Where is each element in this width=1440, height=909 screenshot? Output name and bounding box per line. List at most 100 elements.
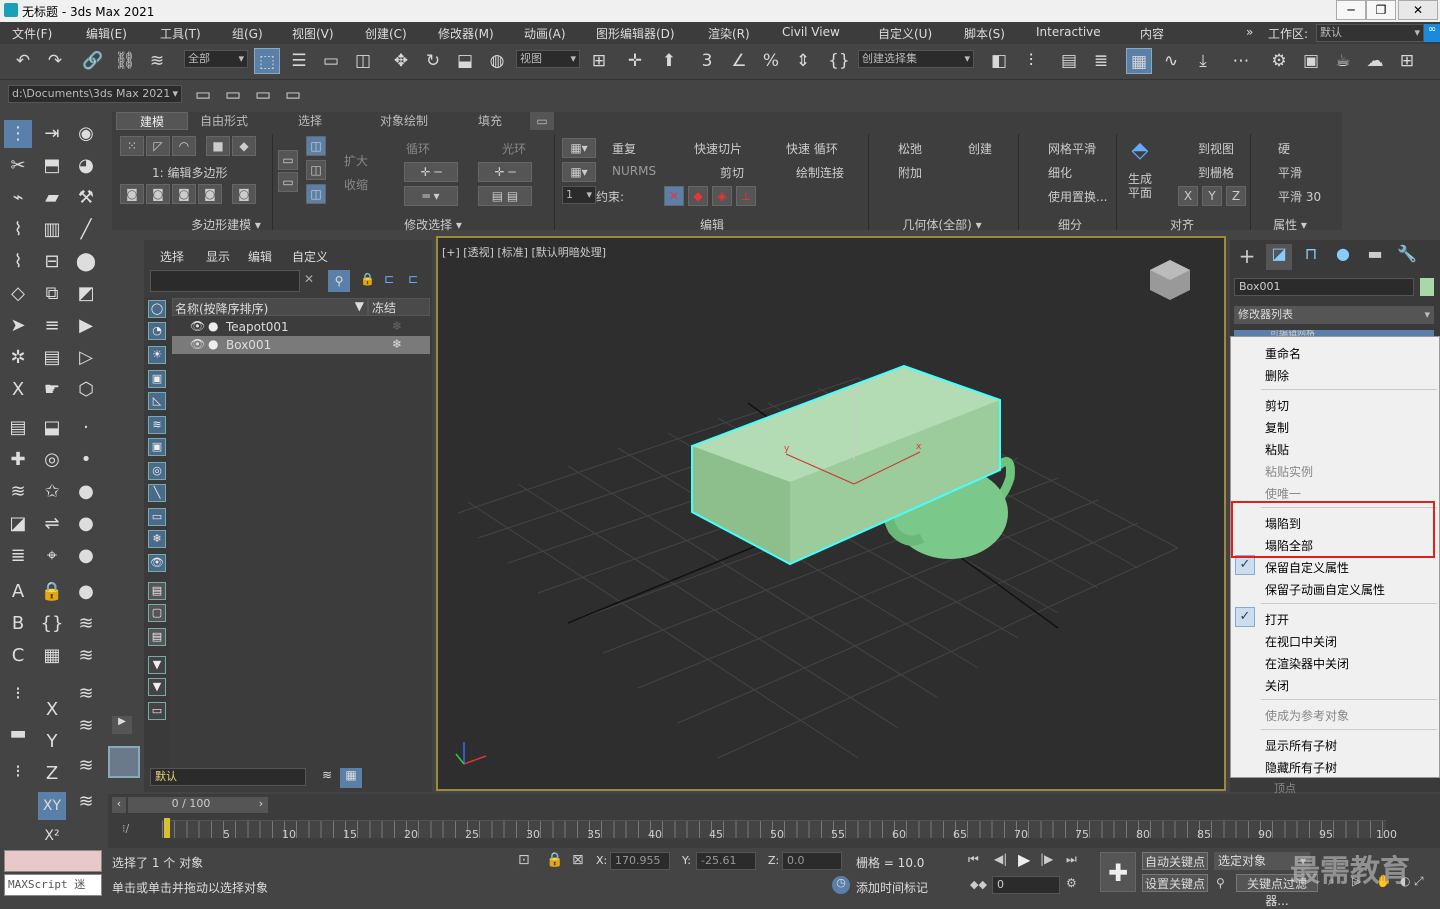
stamp-icon[interactable]: ⬓ [38,414,66,442]
scale-icon[interactable]: ⬓ [452,48,478,74]
menu-customize[interactable]: 自定义(U) [878,25,932,42]
smooth-button[interactable]: 平滑 [1278,164,1302,181]
place-icon[interactable]: ◍ [484,48,510,74]
play-frame-icon[interactable]: ▶ [72,312,100,340]
pivot-center-icon[interactable]: ⊞ [586,48,612,74]
hierarchy-panel-icon[interactable]: ⊓ [1298,244,1324,270]
axis-xy-icon[interactable]: XY [38,792,66,820]
filter-c-icon[interactable]: ▭ [148,702,166,720]
menu-item-rename[interactable]: 重命名 [1265,345,1301,362]
x-coord-field[interactable]: 170.955 [610,852,670,870]
ref-coord-dropdown[interactable]: 视图 [516,50,580,68]
hand-icon[interactable]: ☛ [38,376,66,404]
add-time-tag-button[interactable]: 添加时间标记 [856,879,928,896]
modify-panel-icon[interactable]: ◪ [1266,244,1292,270]
viewport-thumbnail[interactable] [108,746,140,778]
freeze-icon[interactable]: ❄ [392,337,402,351]
hierarchy-icon[interactable]: ⊏ [384,272,394,286]
maximize-button[interactable]: ❐ [1366,0,1396,20]
layers-d-icon[interactable]: ≋ [72,680,100,708]
list-icon[interactable]: ≡ [38,312,66,340]
relax-button[interactable]: 松弛 [898,140,922,157]
mod-sel-a-icon[interactable]: ▭ [278,150,298,170]
render-setup-icon[interactable]: ⚙ [1266,48,1292,74]
display-helpers-icon[interactable]: ◺ [148,392,166,410]
nurms-button[interactable]: NURMS [612,164,656,178]
time-tag-icon[interactable]: ◷ [832,876,850,894]
display-invert-icon[interactable]: ▤ [148,628,166,646]
sphere-icon[interactable]: ⬤ [72,248,100,276]
a360-gallery-icon[interactable]: ⊞ [1394,48,1420,74]
menu-item-paste[interactable]: 粘贴 [1265,441,1289,458]
create-panel-icon[interactable]: + [1234,244,1260,270]
cursor-icon[interactable]: ➤ [4,312,32,340]
goto-start-icon[interactable]: ⏮ [968,852,979,867]
axis-z-icon[interactable]: Z [38,760,66,788]
workspace-dropdown[interactable]: 默认 [1316,24,1424,42]
render-cloud-icon[interactable]: ☁ [1362,48,1388,74]
copy-icon[interactable]: ⧉ [38,280,66,308]
bind-spacewarp-icon[interactable]: ≋ [144,48,170,74]
edit-tool-a-icon[interactable]: ▦▾ [562,138,596,158]
ring-button[interactable]: 光环 [502,140,526,157]
connect-icon[interactable]: ⌇ [4,248,32,276]
loop-shift-icon[interactable]: ✛ ─ [404,162,458,182]
play-icon[interactable]: ▶ [1018,850,1030,869]
maxscript-listener-pink[interactable] [4,850,102,872]
display-xrefs-icon[interactable]: ◎ [148,462,166,480]
paint-icon[interactable]: ◕ [72,152,100,180]
scene-explorer-toggle-icon[interactable]: ▤ [1056,48,1082,74]
filter-b-icon[interactable]: ▼ [148,678,166,696]
quickloop-button[interactable]: 快速 循环 [786,140,838,157]
project-new-icon[interactable]: ▭ [250,82,276,108]
layer-stack-icon[interactable]: ≣ [4,542,32,570]
menu-create[interactable]: 创建(C) [365,25,407,42]
column-header-freeze[interactable]: 冻结 [368,298,430,316]
goto-end-icon[interactable]: ⏭ [1066,852,1077,867]
ribbon-toggle-icon[interactable]: ▦ [1126,48,1152,74]
spinner-snap-icon[interactable]: ⇕ [790,48,816,74]
ring-select-icon[interactable]: ▤ ▤ [478,186,532,206]
weld-icon[interactable]: ⌇ [4,216,32,244]
snaps-toggle-icon[interactable]: 3 [694,48,720,74]
tab-populate[interactable]: 填充 [466,112,514,130]
y-coord-field[interactable]: -25.61 [696,852,756,870]
percent-snap-icon[interactable]: % [758,48,784,74]
object-name-field[interactable]: Box001 [1234,278,1414,296]
display-lights-icon[interactable]: ☀ [148,346,166,364]
tab-object-paint[interactable]: 对象绘制 [368,112,440,130]
align-y-button[interactable]: Y [1202,186,1222,206]
poly-tool-e-icon[interactable]: ◙ [232,184,256,204]
select-mode-icon[interactable]: ⋮ [4,120,32,148]
minimize-button[interactable]: ─ [1336,0,1366,20]
constraint-face-icon[interactable]: ◈ [712,186,732,206]
poly-tool-a-icon[interactable]: ◙ [120,184,144,204]
film-icon[interactable]: ▥ [38,216,66,244]
menu-item-off-in-renderer[interactable]: 在渲染器中关闭 [1265,655,1349,672]
clear-search-icon[interactable]: ✕ [304,272,320,286]
field-of-view-icon[interactable]: ▷ [1352,874,1361,888]
table-row[interactable]: 👁 ● Box001 ❄ [172,336,430,354]
display-none-icon[interactable]: ▢ [148,604,166,622]
graph-icon[interactable]: ⬒ [38,152,66,180]
maximize-viewport-icon[interactable]: ⤢ [1414,874,1424,889]
expand-panel-icon[interactable]: ▶ [112,716,132,734]
rendered-frame-icon[interactable]: ▣ [1298,48,1324,74]
poly-tool-d-icon[interactable]: ◙ [198,184,222,204]
menu-graph-editors[interactable]: 图形编辑器(D) [596,25,675,42]
display-spacewarps-icon[interactable]: ≋ [148,416,166,434]
braces-icon[interactable]: {} [38,610,66,638]
display-shapes-icon[interactable]: ◔ [148,322,166,340]
set-project-icon[interactable]: ▭ [190,82,216,108]
use-displacement-button[interactable]: 使用置换... [1048,188,1107,205]
grid-lock-icon[interactable]: ▦ [38,642,66,670]
menu-scripting[interactable]: 脚本(S) [964,25,1005,42]
smooth30-button[interactable]: 平滑 30 [1278,188,1321,205]
text-a-icon[interactable]: A [4,578,32,606]
absolute-mode-icon[interactable]: ⊠ [572,852,584,868]
layer-explorer-small-icon[interactable]: ≋ [316,768,338,788]
selection-lock-icon[interactable]: 🔒 [546,852,563,868]
menu-edit[interactable]: 编辑(E) [86,25,127,42]
tab-modeling[interactable]: 建模 [116,112,188,130]
menu-item-cut[interactable]: 剪切 [1265,397,1289,414]
